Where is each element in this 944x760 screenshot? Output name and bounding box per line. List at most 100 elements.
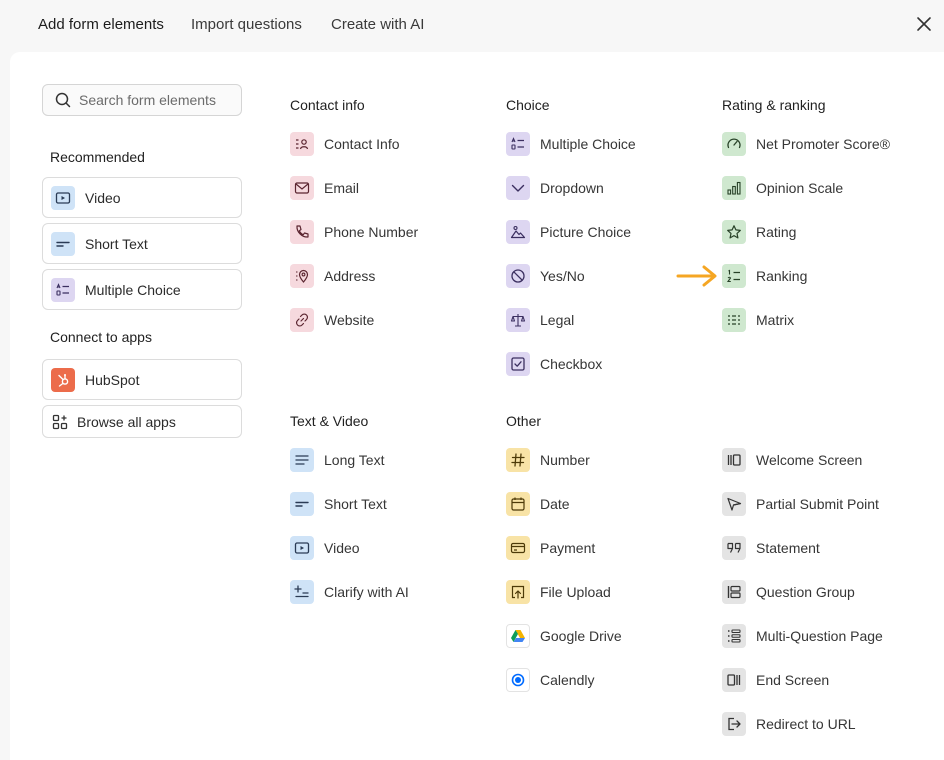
connect-apps-heading: Connect to apps (50, 329, 152, 345)
element-label: Redirect to URL (756, 716, 856, 732)
element-label: Checkbox (540, 356, 603, 372)
rating-ranking-heading: Rating & ranking (722, 97, 826, 113)
multiple-choice-icon (506, 132, 530, 156)
tab-create-with-ai[interactable]: Create with AI (331, 16, 424, 33)
element-label: Yes/No (540, 268, 585, 284)
element-label: Calendly (540, 672, 595, 688)
element-label: Number (540, 452, 590, 468)
element-label: Clarify with AI (324, 584, 409, 600)
element-statement[interactable]: Statement (722, 536, 820, 560)
element-question-group[interactable]: Question Group (722, 580, 855, 604)
element-label: Welcome Screen (756, 452, 863, 468)
chevron-down-icon (506, 176, 530, 200)
bar-chart-icon (722, 176, 746, 200)
link-icon (290, 308, 314, 332)
recommended-item-short-text[interactable]: Short Text (42, 223, 242, 264)
google-drive-icon (506, 624, 530, 648)
element-website[interactable]: Website (290, 308, 374, 332)
element-video[interactable]: Video (290, 536, 360, 560)
contact-info-heading: Contact info (290, 97, 365, 113)
recommended-item-label: Video (85, 189, 121, 206)
redirect-icon (722, 712, 746, 736)
calendly-icon (506, 668, 530, 692)
element-checkbox[interactable]: Checkbox (506, 352, 602, 376)
send-icon (722, 492, 746, 516)
element-redirect-to-url[interactable]: Redirect to URL (722, 712, 856, 736)
recommended-item-video[interactable]: Video (42, 177, 242, 218)
top-tab-bar: Add form elements Import questions Creat… (0, 0, 944, 50)
clarify-ai-icon (290, 580, 314, 604)
arrow-pointer-icon (676, 265, 717, 287)
welcome-screen-icon (722, 448, 746, 472)
short-text-icon (290, 492, 314, 516)
recommended-item-multiple-choice[interactable]: Multiple Choice (42, 269, 242, 310)
element-label: Ranking (756, 268, 808, 284)
search-input[interactable] (79, 92, 229, 108)
recommended-item-label: Short Text (85, 235, 148, 252)
element-label: Picture Choice (540, 224, 632, 240)
element-payment[interactable]: Payment (506, 536, 595, 560)
element-contact-info[interactable]: Contact Info (290, 132, 400, 156)
element-label: Rating (756, 224, 797, 240)
element-label: Question Group (756, 584, 855, 600)
element-multiple-choice[interactable]: Multiple Choice (506, 132, 636, 156)
element-email[interactable]: Email (290, 176, 359, 200)
phone-icon (290, 220, 314, 244)
element-label: Dropdown (540, 180, 604, 196)
element-partial-submit-point[interactable]: Partial Submit Point (722, 492, 879, 516)
element-clarify-with-ai[interactable]: Clarify with AI (290, 580, 409, 604)
element-label: Contact Info (324, 136, 400, 152)
contact-card-icon (290, 132, 314, 156)
tab-import-questions[interactable]: Import questions (191, 16, 302, 33)
element-matrix[interactable]: Matrix (722, 308, 794, 332)
element-phone-number[interactable]: Phone Number (290, 220, 418, 244)
other-heading: Other (506, 413, 542, 429)
hash-icon (506, 448, 530, 472)
gauge-icon (722, 132, 746, 156)
element-date[interactable]: Date (506, 492, 570, 516)
element-rating[interactable]: Rating (722, 220, 796, 244)
element-number[interactable]: Number (506, 448, 590, 472)
close-button[interactable] (914, 14, 934, 34)
element-address[interactable]: Address (290, 264, 375, 288)
element-label: Opinion Scale (756, 180, 844, 196)
search-box[interactable] (42, 84, 242, 116)
element-opinion-scale[interactable]: Opinion Scale (722, 176, 843, 200)
browse-all-apps-button[interactable]: Browse all apps (42, 405, 242, 438)
element-label: Address (324, 268, 376, 284)
question-group-icon (722, 580, 746, 604)
element-calendly[interactable]: Calendly (506, 668, 594, 692)
element-long-text[interactable]: Long Text (290, 448, 384, 472)
element-label: File Upload (540, 584, 611, 600)
element-label: Video (324, 540, 360, 556)
element-dropdown[interactable]: Dropdown (506, 176, 604, 200)
apps-grid-icon (51, 413, 69, 431)
element-label: Date (540, 496, 570, 512)
email-icon (290, 176, 314, 200)
ranking-icon (722, 264, 746, 288)
app-item-label: HubSpot (85, 371, 140, 388)
element-legal[interactable]: Legal (506, 308, 574, 332)
element-ranking[interactable]: Ranking (722, 264, 807, 288)
element-label: Multi-Question Page (756, 628, 883, 644)
element-label: Website (324, 312, 375, 328)
element-welcome-screen[interactable]: Welcome Screen (722, 448, 862, 472)
element-picture-choice[interactable]: Picture Choice (506, 220, 631, 244)
app-item-hubspot[interactable]: HubSpot (42, 359, 242, 400)
calendar-icon (506, 492, 530, 516)
element-short-text[interactable]: Short Text (290, 492, 387, 516)
scales-icon (506, 308, 530, 332)
tab-add-form-elements[interactable]: Add form elements (38, 16, 164, 33)
element-yes-no[interactable]: Yes/No (506, 264, 585, 288)
element-label: Google Drive (540, 628, 622, 644)
element-file-upload[interactable]: File Upload (506, 580, 611, 604)
choice-heading: Choice (506, 97, 550, 113)
multi-question-icon (722, 624, 746, 648)
element-net-promoter-score[interactable]: Net Promoter Score® (722, 132, 890, 156)
element-label: Legal (540, 312, 575, 328)
element-end-screen[interactable]: End Screen (722, 668, 829, 692)
element-label: Email (324, 180, 360, 196)
upload-icon (506, 580, 530, 604)
element-google-drive[interactable]: Google Drive (506, 624, 622, 648)
element-multi-question-page[interactable]: Multi-Question Page (722, 624, 883, 648)
